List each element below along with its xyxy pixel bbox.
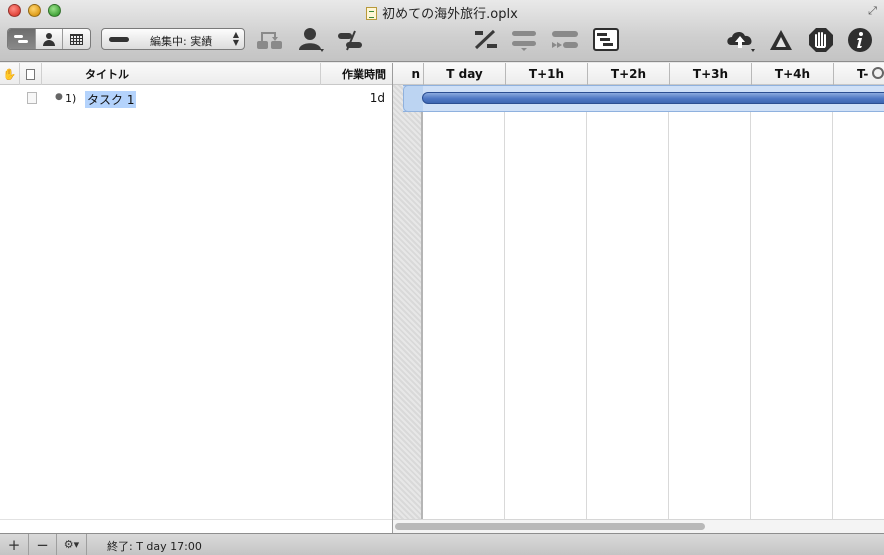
zoom-icon[interactable] xyxy=(872,67,884,79)
timeline-label: T+4h xyxy=(774,67,811,81)
timeline-label: T+2h xyxy=(610,67,647,81)
stop-icon[interactable] xyxy=(806,27,836,53)
add-dependency-icon[interactable] xyxy=(254,27,286,53)
row-number: 1) xyxy=(65,92,77,105)
remove-task-button[interactable]: − xyxy=(29,534,57,555)
row-title[interactable]: タスク 1 xyxy=(85,91,137,108)
timeline-label: T day xyxy=(446,67,483,81)
resource-view-button[interactable] xyxy=(36,29,64,49)
style-popup-label: 編集中: 実績 xyxy=(150,35,213,48)
timeline-label: T- xyxy=(857,67,869,81)
status-column-header[interactable]: ✋ xyxy=(0,63,20,85)
timeline-column-t3h: T+3h xyxy=(669,63,751,85)
window-title-text: 初めての海外旅行.oplx xyxy=(382,7,518,22)
gridline xyxy=(586,85,587,519)
window-titlebar: 初めての海外旅行.oplx ⤢ 編集中: 実績 ▲ ▼ xyxy=(0,0,884,62)
gantt-timeline-header: n T day T+1h T+2h T+3h T+4h T- xyxy=(393,63,884,85)
timeline-clipped-text: n xyxy=(411,67,420,81)
split-task-icon[interactable] xyxy=(334,27,366,53)
document-icon xyxy=(366,7,378,20)
selected-row-cap xyxy=(403,85,423,112)
style-popup-button[interactable]: 編集中: 実績 ▲ ▼ xyxy=(101,28,245,50)
timeline-column-t2h: T+2h xyxy=(587,63,669,85)
fullscreen-icon[interactable]: ⤢ xyxy=(866,4,879,17)
action-menu-button[interactable]: ⚙▾ xyxy=(57,534,87,555)
effort-column-label: 作業時間 xyxy=(342,68,386,81)
end-date-status: 終了: T day 17:00 xyxy=(107,540,202,553)
calendar-icon xyxy=(70,33,84,45)
gridline xyxy=(504,85,505,519)
calendar-view-button[interactable] xyxy=(63,29,90,49)
outline-view: ● 1) タスク 1 1d xyxy=(0,85,392,519)
timeline-label: T+3h xyxy=(692,67,729,81)
catch-up-icon[interactable] xyxy=(548,27,582,53)
gear-icon: ⚙▾ xyxy=(63,538,80,551)
timeline-column-t4h: T+4h xyxy=(751,63,833,85)
status-bar: + − ⚙▾ 終了: T day 17:00 xyxy=(0,533,884,555)
gridline xyxy=(832,85,833,519)
assign-resource-icon[interactable] xyxy=(296,27,326,53)
publish-cloud-icon[interactable] xyxy=(724,27,758,53)
scrollbar-thumb[interactable] xyxy=(395,523,705,530)
gantt-icon xyxy=(13,34,29,44)
timeline-label: T+1h xyxy=(528,67,565,81)
row-effort[interactable]: 1d xyxy=(370,91,385,105)
outline-column-header: ✋ タイトル 作業時間 xyxy=(0,63,392,85)
note-column-header[interactable] xyxy=(20,63,42,85)
gantt-chart: n T day T+1h T+2h T+3h T+4h T- xyxy=(393,63,884,519)
gridline xyxy=(668,85,669,519)
updown-arrows-icon: ▲ ▼ xyxy=(232,30,239,47)
non-working-time-area xyxy=(393,85,423,519)
percent-complete-icon[interactable] xyxy=(470,27,502,53)
timeline-column-t1h: T+1h xyxy=(505,63,587,85)
title-column-header[interactable]: タイトル xyxy=(42,63,321,85)
window-title: 初めての海外旅行.oplx xyxy=(0,3,884,22)
gridline xyxy=(750,85,751,519)
outline-bottom-padding xyxy=(0,519,392,533)
row-note-icon[interactable] xyxy=(27,92,37,104)
timeline-clipped-label: n xyxy=(393,63,423,85)
task-bar[interactable] xyxy=(422,92,884,104)
effort-column-header[interactable]: 作業時間 xyxy=(321,63,392,85)
inspector-panel-icon[interactable] xyxy=(590,27,622,53)
gantt-view-button[interactable] xyxy=(8,29,36,49)
view-mode-segmented-control xyxy=(7,28,91,50)
title-column-label: タイトル xyxy=(85,68,129,81)
level-icon[interactable] xyxy=(508,27,540,53)
bar-style-icon xyxy=(109,37,129,42)
person-icon xyxy=(43,32,55,46)
add-task-button[interactable]: + xyxy=(0,534,29,555)
minus-icon: − xyxy=(36,535,49,554)
violations-icon[interactable] xyxy=(766,27,796,53)
timeline-column-t-day: T day xyxy=(423,63,505,85)
info-icon[interactable] xyxy=(846,27,874,53)
note-icon xyxy=(26,68,35,80)
plus-icon: + xyxy=(7,535,21,554)
task-row[interactable]: ● 1) タスク 1 1d xyxy=(0,88,392,108)
horizontal-scrollbar[interactable] xyxy=(393,519,884,533)
row-bullet-icon: ● xyxy=(55,92,63,102)
hand-icon: ✋ xyxy=(2,67,17,81)
